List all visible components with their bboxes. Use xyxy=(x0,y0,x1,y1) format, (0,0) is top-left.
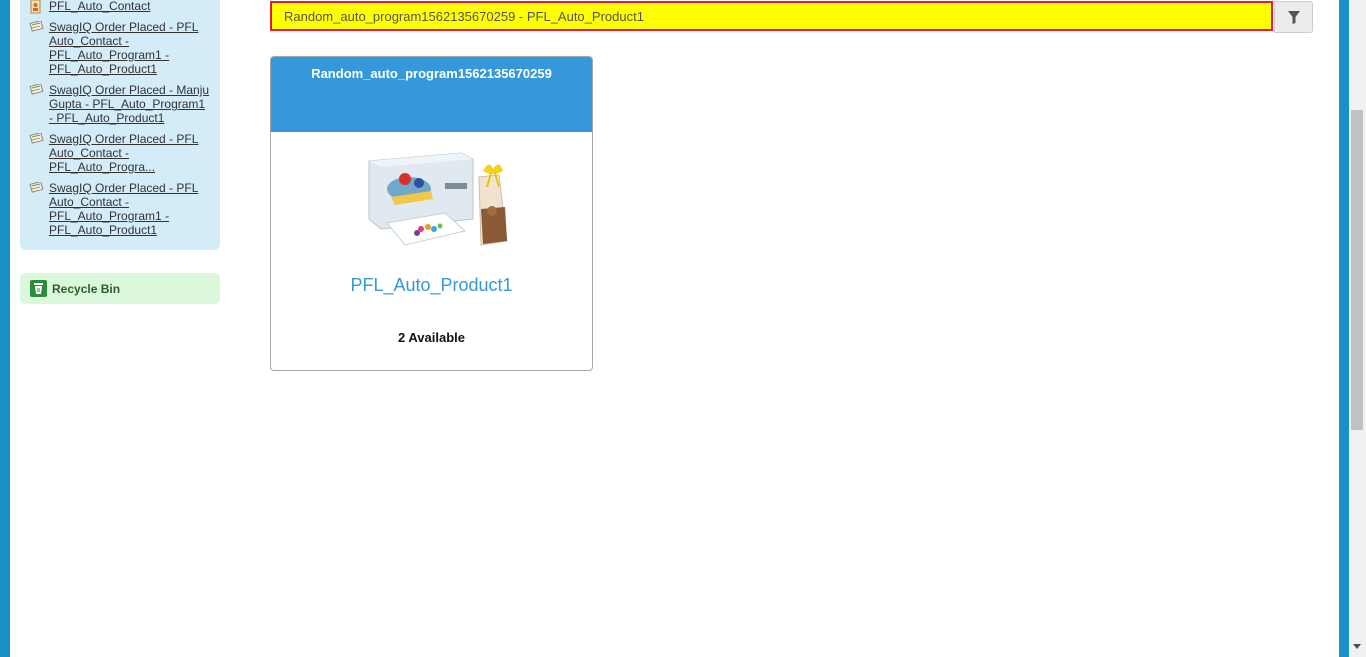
recycle-bin-icon xyxy=(30,280,47,297)
product-card[interactable]: Random_auto_program1562135670259 PFL_Aut… xyxy=(270,56,593,371)
recent-item[interactable]: SwagIQ Order Placed - PFL Auto_Contact -… xyxy=(28,181,211,237)
recent-items-panel: PFL_Auto_Contact SwagIQ Order Placed - P… xyxy=(20,0,220,250)
order-icon xyxy=(29,133,44,144)
recent-item-link[interactable]: SwagIQ Order Placed - Manju Gupta - PFL_… xyxy=(49,83,211,125)
right-frame-border xyxy=(1339,0,1349,657)
vertical-scrollbar[interactable] xyxy=(1349,0,1366,657)
left-frame-border xyxy=(0,0,10,657)
filter-icon xyxy=(1287,10,1300,24)
search-input[interactable] xyxy=(270,1,1273,31)
order-icon xyxy=(29,182,44,193)
order-icon xyxy=(29,84,44,95)
scroll-down-arrow-icon[interactable] xyxy=(1353,644,1361,649)
recent-item-link[interactable]: SwagIQ Order Placed - PFL Auto_Contact -… xyxy=(49,132,211,174)
filter-button[interactable] xyxy=(1274,1,1313,33)
product-kit-image xyxy=(368,152,508,246)
recent-item-link[interactable]: SwagIQ Order Placed - PFL Auto_Contact -… xyxy=(49,181,211,237)
scrollbar-thumb[interactable] xyxy=(1351,110,1363,430)
recent-item[interactable]: SwagIQ Order Placed - Manju Gupta - PFL_… xyxy=(28,83,211,125)
recent-item[interactable]: SwagIQ Order Placed - PFL Auto_Contact -… xyxy=(28,132,211,174)
card-availability: 2 Available xyxy=(398,330,465,345)
contact-icon xyxy=(30,0,41,14)
recent-item[interactable]: SwagIQ Order Placed - PFL Auto_Contact -… xyxy=(28,20,211,76)
card-program-name: Random_auto_program1562135670259 xyxy=(271,57,592,132)
recycle-bin-link[interactable]: Recycle Bin xyxy=(20,273,220,304)
card-product-name[interactable]: PFL_Auto_Product1 xyxy=(271,275,592,296)
order-icon xyxy=(29,21,44,32)
recent-item[interactable]: PFL_Auto_Contact xyxy=(28,0,211,14)
recent-item-link[interactable]: PFL_Auto_Contact xyxy=(49,0,211,14)
recycle-bin-label[interactable]: Recycle Bin xyxy=(52,282,120,296)
recent-item-link[interactable]: SwagIQ Order Placed - PFL Auto_Contact -… xyxy=(49,20,211,76)
